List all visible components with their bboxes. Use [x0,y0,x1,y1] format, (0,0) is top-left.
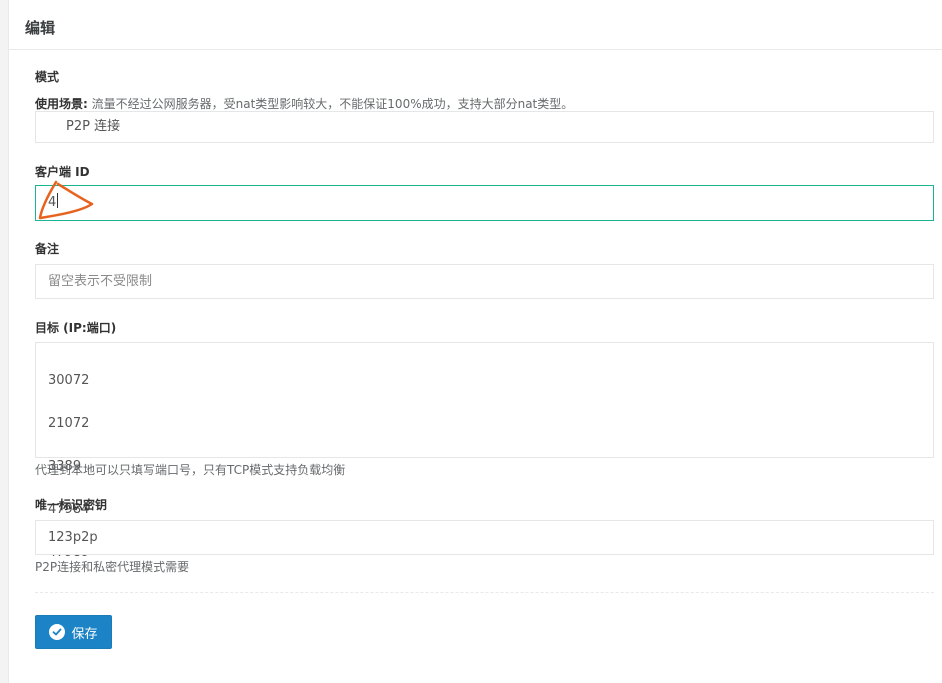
remark-label: 备注 [35,242,60,256]
secret-input[interactable]: 123p2p [35,520,934,555]
remark-input[interactable]: 留空表示不受限制 [35,264,934,299]
check-circle-icon [49,624,66,640]
secret-label: 唯一标识密钥 [35,498,108,512]
form-divider [35,592,934,593]
mode-select-value: P2P 连接 [66,119,121,134]
panel-title: 编辑 [25,19,56,37]
target-textarea[interactable]: 30072 21072 3389 47984 47989 [35,342,934,560]
mode-label: 模式 [35,70,60,84]
mode-help-prefix: 使用场景: [35,97,88,111]
secret-help: P2P连接和私密代理模式需要 [35,560,190,574]
save-button[interactable]: 保存 [35,615,112,649]
panel-header: 编辑 [9,0,942,50]
remark-placeholder: 留空表示不受限制 [48,274,153,289]
target-line: 30072 [48,372,90,388]
target-label: 目标 (IP:端口) [35,321,117,335]
client-id-label: 客户端 ID [35,165,90,179]
target-line: 47984 [48,501,90,517]
client-id-input[interactable]: 4 [35,185,934,221]
target-line: 21072 [48,415,90,431]
text-caret [57,193,59,208]
target-help: 代理到本地可以只填写端口号，只有TCP模式支持负载均衡 [35,463,346,477]
client-id-value: 4 [48,195,57,210]
mode-help: 使用场景: 流量不经过公网服务器，受nat类型影响较大，不能保证100%成功，支… [35,95,573,112]
save-button-label: 保存 [71,626,98,642]
mode-help-text: 流量不经过公网服务器，受nat类型影响较大，不能保证100%成功，支持大部分na… [87,97,574,111]
mode-select[interactable]: P2P 连接 [35,111,934,143]
secret-value: 123p2p [48,530,98,545]
